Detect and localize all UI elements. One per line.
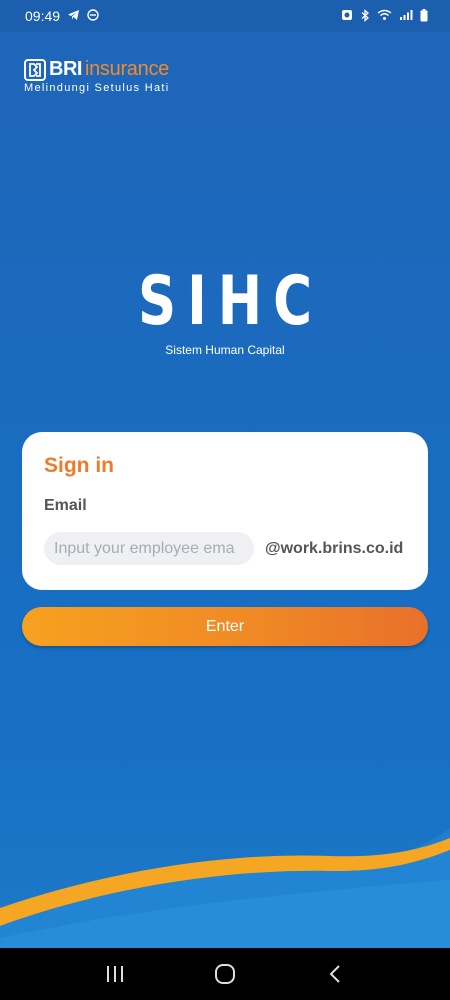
brand-logo: BRI insurance Melindungi Setulus Hati xyxy=(24,58,169,94)
enter-button[interactable]: Enter xyxy=(22,607,428,646)
email-input[interactable] xyxy=(44,532,254,565)
alarm-icon xyxy=(341,9,353,23)
recent-apps-icon xyxy=(107,966,123,982)
decorative-waves xyxy=(0,828,450,948)
email-domain-suffix: @work.brins.co.id xyxy=(265,539,404,557)
bluetooth-icon xyxy=(360,8,370,24)
login-screen: 09:49 BRI insurance Melindungi Setulus H… xyxy=(0,0,450,1000)
brand-row: BRI insurance xyxy=(24,58,169,81)
bri-logo-icon xyxy=(24,58,46,81)
app-subtitle: Sistem Human Capital xyxy=(165,343,285,357)
status-bar-right xyxy=(341,8,428,24)
back-button[interactable] xyxy=(305,954,365,994)
email-label: Email xyxy=(44,497,87,514)
home-icon xyxy=(215,964,235,984)
wifi-icon xyxy=(377,9,392,23)
app-title: SIHC xyxy=(137,262,323,341)
brand-tagline: Melindungi Setulus Hati xyxy=(24,82,170,94)
recent-apps-button[interactable] xyxy=(85,954,145,994)
status-bar-left: 09:49 xyxy=(25,8,99,24)
telegram-icon xyxy=(67,9,80,23)
back-icon xyxy=(329,965,340,983)
email-row: @work.brins.co.id xyxy=(44,532,406,565)
sign-in-card: Sign in Email @work.brins.co.id xyxy=(22,432,428,590)
status-bar: 09:49 xyxy=(0,0,450,32)
sign-in-title: Sign in xyxy=(44,454,114,477)
brand-name-bri: BRI xyxy=(49,58,82,80)
signal-icon xyxy=(399,9,413,23)
brand-name-insurance: insurance xyxy=(84,58,169,80)
battery-icon xyxy=(420,8,428,24)
system-nav-bar xyxy=(0,948,450,1000)
home-button[interactable] xyxy=(195,954,255,994)
do-not-disturb-icon xyxy=(87,9,99,23)
status-time: 09:49 xyxy=(25,8,61,24)
